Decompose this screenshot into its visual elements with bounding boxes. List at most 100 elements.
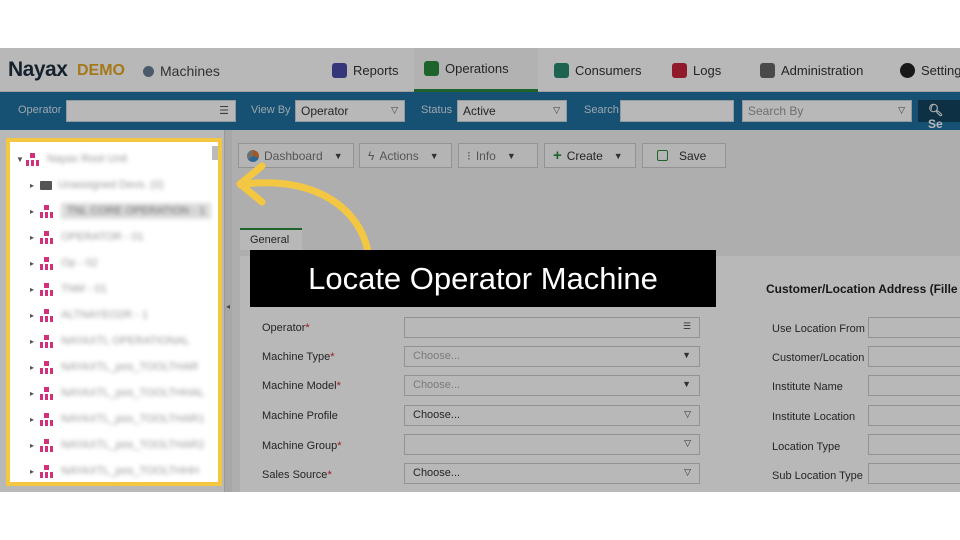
operator-field[interactable]: ☰ bbox=[404, 317, 700, 338]
tree-item[interactable]: ▸ NAYAXTL_pos_TOOLTHAR1 bbox=[30, 406, 222, 432]
org-unit-icon bbox=[40, 256, 53, 270]
sub-location-type-input[interactable] bbox=[868, 463, 960, 484]
required-mark: * bbox=[327, 469, 332, 481]
use-location-from-input[interactable] bbox=[868, 317, 960, 338]
tree-item[interactable]: ▸ NAYAXTL OPERATIONAL bbox=[30, 328, 222, 354]
create-button[interactable]: + Create ▼ bbox=[544, 143, 636, 168]
list-icon: ☰ bbox=[682, 321, 691, 331]
view-by-label: View By bbox=[251, 104, 291, 116]
save-button[interactable]: Save bbox=[642, 143, 726, 168]
collapse-arrow-icon: ◂ bbox=[226, 302, 231, 311]
tree-item[interactable]: ▸ Op - 02 bbox=[30, 250, 222, 276]
nav-tab-label: Administration bbox=[781, 62, 864, 78]
pie-chart-icon bbox=[247, 149, 259, 162]
location-type-input[interactable] bbox=[868, 434, 960, 455]
tree-item-label: NAYAXTL OPERATIONAL bbox=[61, 335, 190, 347]
nav-tab-administration[interactable]: Administration bbox=[750, 48, 873, 92]
tree-item-label: TNL CORE OPERATION - 1 bbox=[61, 203, 212, 219]
tab-general-label: General bbox=[250, 234, 290, 246]
required-mark: * bbox=[305, 322, 310, 334]
view-by-select[interactable]: Operator ▽ bbox=[295, 100, 405, 122]
machine-group-select[interactable]: ▽ bbox=[404, 434, 700, 455]
nav-tab-label: Consumers bbox=[575, 62, 642, 78]
chevron-down-icon: ▼ bbox=[613, 150, 623, 161]
select-value: Choose... bbox=[413, 467, 461, 479]
search-button-label: Se bbox=[928, 117, 943, 131]
tree-item[interactable]: ▸ ALTNAYEO2R - 1 bbox=[30, 302, 222, 328]
org-unit-icon bbox=[40, 334, 53, 348]
tree-item[interactable]: ▸ TNM - 01 bbox=[30, 276, 222, 302]
org-unit-icon bbox=[40, 360, 53, 374]
institute-location-input[interactable] bbox=[868, 405, 960, 426]
dashboard-button[interactable]: Dashboard ▼ bbox=[238, 143, 354, 168]
use-location-from-label: Use Location From bbox=[772, 323, 865, 335]
search-icon: 🔍︎ bbox=[928, 103, 944, 117]
nav-tab-operations[interactable]: Operations bbox=[414, 48, 538, 92]
tree-item[interactable]: ▸ NAYAXTL_pos_TOOLTHAR2 bbox=[30, 432, 222, 458]
tree-item[interactable]: ▸ NAYAXTL_pos_TOOLTHHAL bbox=[30, 380, 222, 406]
settings-icon bbox=[900, 62, 915, 78]
demo-label: DEMO bbox=[77, 62, 125, 79]
panel-splitter[interactable]: ◂ bbox=[224, 130, 232, 492]
customer-location-input[interactable] bbox=[868, 346, 960, 367]
sales-source-select[interactable]: Choose... ▽ bbox=[404, 463, 700, 484]
tree-root-label: Nayax Root Unit bbox=[47, 153, 128, 165]
nav-tab-logs[interactable]: Logs bbox=[662, 48, 731, 92]
tree-item-label: NAYAXTL_pos_TOOLTHAR bbox=[61, 361, 199, 373]
expand-arrow-icon: ▼ bbox=[16, 154, 24, 164]
machine-type-select[interactable]: Choose... ▼ bbox=[404, 346, 700, 367]
tree-item[interactable]: ▸ TNL CORE OPERATION - 1 bbox=[30, 198, 222, 224]
machine-profile-select[interactable]: Choose... ▽ bbox=[404, 405, 700, 426]
nav-tab-reports[interactable]: Reports bbox=[322, 48, 409, 92]
field-label-machine-group: Machine Group* bbox=[262, 440, 342, 452]
tree-item[interactable]: ▸ OPERATOR - 01 bbox=[30, 224, 222, 250]
nayax-logo: Nayax bbox=[8, 58, 68, 81]
field-label-text: Sales Source bbox=[262, 469, 328, 481]
tab-general[interactable]: General bbox=[240, 228, 302, 250]
collapse-arrow-icon: ▸ bbox=[30, 284, 35, 294]
chevron-down-icon: ▼ bbox=[333, 150, 343, 161]
operator-tree: ▼ Nayax Root Unit ▸ Unassigned Devs. (0)… bbox=[6, 140, 222, 484]
org-unit-icon bbox=[26, 152, 39, 166]
tree-item-label: NAYAXTL_pos_TOOLTHAR2 bbox=[61, 439, 205, 451]
operator-filter-input[interactable]: ☰ bbox=[66, 100, 236, 122]
chevron-down-icon: ▽ bbox=[684, 409, 691, 419]
nav-tab-label: Operations bbox=[445, 61, 509, 76]
select-value: Choose... bbox=[413, 350, 461, 362]
info-button[interactable]: ⁝ Info ▼ bbox=[458, 143, 538, 168]
tree-item[interactable]: ▸ NAYAXTL_pos_TOOLTHAR bbox=[30, 354, 222, 380]
chevron-down-icon: ▽ bbox=[553, 105, 560, 115]
tree-item[interactable]: ▸ NAYAXTL_pos_TOOLTHHH bbox=[30, 458, 222, 484]
reports-icon bbox=[332, 62, 347, 78]
field-label-machine-model: Machine Model* bbox=[262, 380, 341, 392]
status-select[interactable]: Active ▽ bbox=[457, 100, 567, 122]
operator-filter-label: Operator bbox=[18, 104, 62, 116]
field-label-text: Machine Profile bbox=[262, 410, 338, 422]
tree-item[interactable]: ▸ Unassigned Devs. (0) bbox=[30, 172, 222, 198]
customer-location-label: Customer/Location bbox=[772, 352, 865, 364]
field-label-operator: Operator* bbox=[262, 322, 310, 334]
chevron-down-icon: ▽ bbox=[898, 105, 905, 115]
field-label-machine-profile: Machine Profile bbox=[262, 410, 338, 422]
module-title-text: Machines bbox=[160, 63, 220, 79]
search-input[interactable] bbox=[620, 100, 734, 122]
tree-item-label: NAYAXTL_pos_TOOLTHAR1 bbox=[61, 413, 205, 425]
search-button[interactable]: 🔍︎ Se bbox=[918, 100, 960, 131]
search-by-select[interactable]: Search By ▽ bbox=[742, 100, 912, 122]
org-unit-icon bbox=[40, 282, 53, 296]
nav-tab-settings[interactable]: Settings bbox=[890, 48, 960, 92]
nav-tab-label: Reports bbox=[353, 62, 399, 78]
org-unit-icon bbox=[40, 308, 53, 322]
info-icon: ⁝ bbox=[467, 148, 471, 163]
institute-name-input[interactable] bbox=[868, 375, 960, 396]
collapse-arrow-icon: ▸ bbox=[30, 232, 35, 242]
nav-tab-consumers[interactable]: Consumers bbox=[544, 48, 651, 92]
tree-root[interactable]: ▼ Nayax Root Unit bbox=[16, 146, 222, 172]
tree-item-label: OPERATOR - 01 bbox=[61, 231, 144, 243]
info-label: Info bbox=[475, 148, 496, 163]
actions-button[interactable]: ϟ Actions ▼ bbox=[359, 143, 452, 168]
status-label: Status bbox=[421, 104, 453, 116]
address-section-heading: Customer/Location Address (Fille bbox=[766, 282, 958, 296]
machine-model-select[interactable]: Choose... ▼ bbox=[404, 375, 700, 396]
chevron-down-icon: ▽ bbox=[684, 438, 691, 448]
